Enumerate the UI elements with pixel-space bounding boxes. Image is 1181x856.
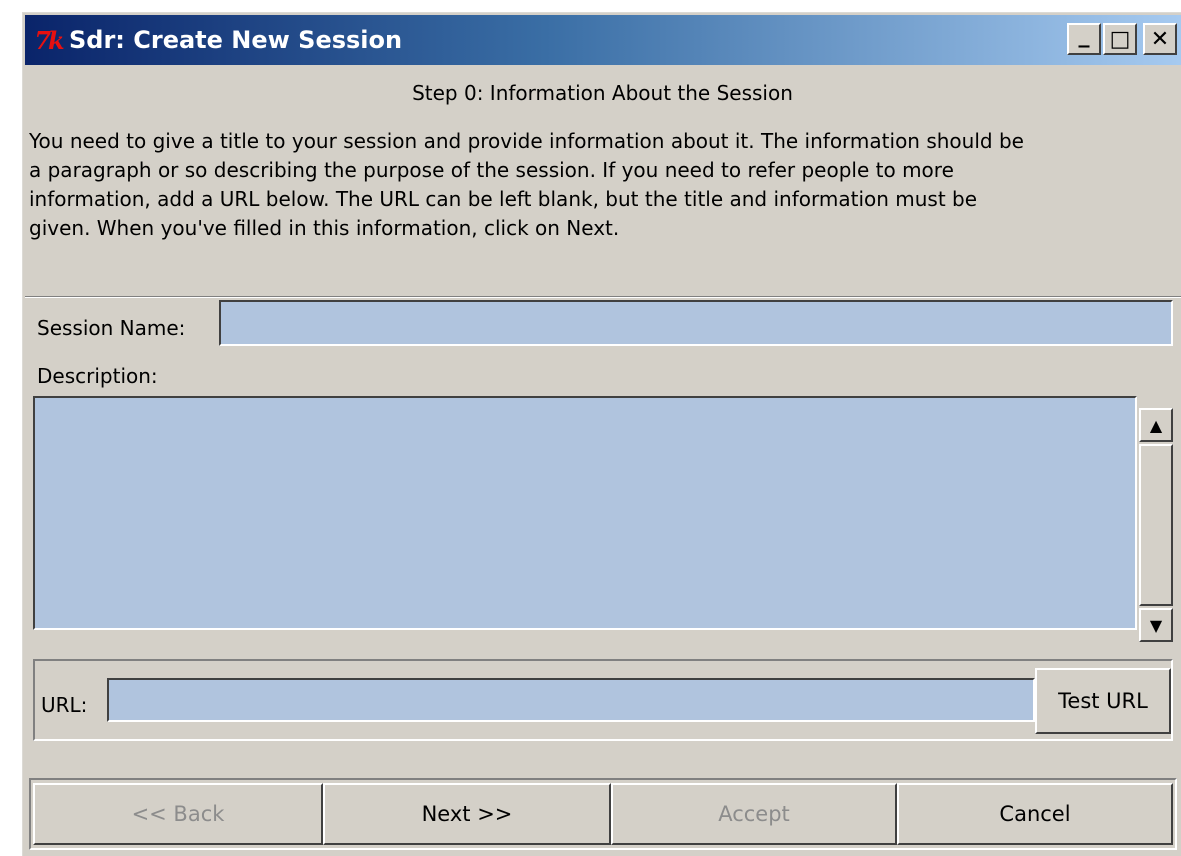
maximize-button[interactable]: □ <box>1103 23 1137 55</box>
intro-line: information, add a URL below. The URL ca… <box>29 187 978 211</box>
session-name-input[interactable] <box>219 300 1173 346</box>
window-title: Sdr: Create New Session <box>69 26 403 54</box>
close-icon: ✕ <box>1150 26 1170 52</box>
session-name-label: Session Name: <box>37 316 186 340</box>
arrow-down-icon: ▼ <box>1149 615 1163 635</box>
description-textarea[interactable] <box>33 396 1137 630</box>
url-label: URL: <box>41 693 88 717</box>
create-session-window: 7k Sdr: Create New Session _ □ ✕ Step 0:… <box>22 12 1181 856</box>
window-controls: _ □ ✕ <box>1067 23 1177 55</box>
title-bar[interactable]: 7k Sdr: Create New Session _ □ ✕ <box>25 15 1181 65</box>
intro-text: You need to give a title to your session… <box>29 127 1179 243</box>
scroll-thumb[interactable] <box>1139 444 1173 606</box>
cancel-button[interactable]: Cancel <box>897 783 1173 845</box>
intro-line: You need to give a title to your session… <box>29 129 1024 153</box>
tk-feather-icon[interactable]: 7k <box>31 23 65 57</box>
next-button[interactable]: Next >> <box>323 783 611 845</box>
description-label: Description: <box>37 364 158 388</box>
scroll-down-button[interactable]: ▼ <box>1139 608 1173 642</box>
intro-line: given. When you've filled in this inform… <box>29 216 620 240</box>
maximize-icon: □ <box>1109 26 1131 52</box>
test-url-button[interactable]: Test URL <box>1035 668 1171 734</box>
description-scrollbar[interactable]: ▲ ▼ <box>1139 408 1173 644</box>
divider <box>25 296 1181 298</box>
minimize-button[interactable]: _ <box>1067 23 1101 55</box>
intro-line: a paragraph or so describing the purpose… <box>29 158 954 182</box>
step-heading: Step 0: Information About the Session <box>412 81 793 105</box>
accept-button[interactable]: Accept <box>611 783 897 845</box>
url-input[interactable] <box>107 678 1035 722</box>
minimize-icon: _ <box>1078 22 1090 48</box>
back-button[interactable]: << Back <box>33 783 323 845</box>
arrow-up-icon: ▲ <box>1149 415 1163 435</box>
scroll-up-button[interactable]: ▲ <box>1139 408 1173 442</box>
close-button[interactable]: ✕ <box>1143 23 1177 55</box>
